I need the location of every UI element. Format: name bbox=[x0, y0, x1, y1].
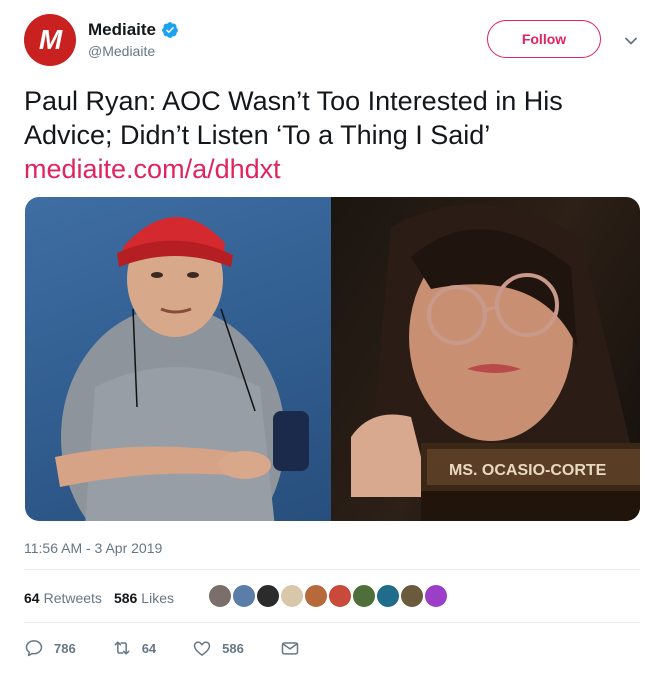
reply-icon bbox=[25, 640, 43, 657]
timestamp[interactable]: 11:56 AM - 3 Apr 2019 bbox=[24, 540, 162, 556]
follow-button[interactable]: Follow bbox=[487, 20, 601, 58]
liker-avatar[interactable] bbox=[303, 583, 329, 609]
liker-avatar[interactable] bbox=[279, 583, 305, 609]
retweets-count: 64 bbox=[24, 590, 40, 606]
nameplate-text: MS. OCASIO-CORTE bbox=[449, 462, 607, 479]
liker-avatar[interactable] bbox=[207, 583, 233, 609]
liker-avatar[interactable] bbox=[327, 583, 353, 609]
heart-icon bbox=[193, 641, 211, 656]
verified-badge-icon bbox=[162, 22, 178, 38]
likes-label: Likes bbox=[141, 590, 174, 606]
divider bbox=[24, 569, 640, 570]
chevron-down-icon[interactable] bbox=[624, 34, 638, 48]
reply-count: 786 bbox=[54, 640, 76, 656]
avatar[interactable]: M bbox=[24, 14, 76, 66]
liker-avatar[interactable] bbox=[423, 583, 449, 609]
engagement-stats: 64 Retweets 586 Likes bbox=[24, 588, 186, 608]
account-info: Mediaite @Mediaite bbox=[88, 20, 179, 59]
tweet-header: M Mediaite @Mediaite Follow bbox=[24, 14, 638, 70]
liker-avatar[interactable] bbox=[231, 583, 257, 609]
liker-avatar[interactable] bbox=[375, 583, 401, 609]
liker-avatar[interactable] bbox=[399, 583, 425, 609]
retweet-count: 64 bbox=[141, 640, 157, 656]
retweet-icon bbox=[114, 641, 130, 655]
like-button[interactable]: 586 bbox=[192, 638, 244, 658]
liker-avatars bbox=[207, 583, 449, 609]
display-name[interactable]: Mediaite bbox=[88, 20, 156, 40]
divider bbox=[24, 622, 640, 623]
likes-stat[interactable]: 586 Likes bbox=[114, 590, 174, 606]
liker-avatar[interactable] bbox=[351, 583, 377, 609]
retweet-button[interactable]: 64 bbox=[112, 638, 156, 658]
display-name-row[interactable]: Mediaite bbox=[88, 20, 179, 40]
avatar-letter: M bbox=[38, 24, 62, 55]
likes-count: 586 bbox=[113, 590, 138, 606]
retweets-stat[interactable]: 64 Retweets bbox=[24, 590, 102, 606]
envelope-icon bbox=[281, 642, 299, 655]
reply-button[interactable]: 786 bbox=[24, 638, 76, 658]
tweet-body: Paul Ryan: AOC Wasn’t Too Interested in … bbox=[24, 86, 563, 150]
direct-message-button[interactable] bbox=[280, 638, 310, 658]
like-count: 586 bbox=[222, 640, 244, 656]
account-handle[interactable]: @Mediaite bbox=[88, 43, 179, 59]
tweet-link[interactable]: mediaite.com/a/dhdxt bbox=[24, 152, 636, 186]
paul-ryan-illustration bbox=[55, 216, 309, 521]
photo-paul-ryan[interactable] bbox=[25, 197, 331, 521]
ocasio-cortez-illustration: MS. OCASIO-CORTE bbox=[351, 204, 640, 521]
photo-ocasio-cortez[interactable]: MS. OCASIO-CORTE bbox=[331, 197, 640, 521]
tweet-media[interactable]: MS. OCASIO-CORTE bbox=[25, 197, 640, 521]
tweet-actions: 786 64 586 bbox=[24, 638, 346, 658]
tweet-text: Paul Ryan: AOC Wasn’t Too Interested in … bbox=[24, 84, 636, 186]
liker-avatar[interactable] bbox=[255, 583, 281, 609]
retweets-label: Retweets bbox=[43, 590, 102, 606]
